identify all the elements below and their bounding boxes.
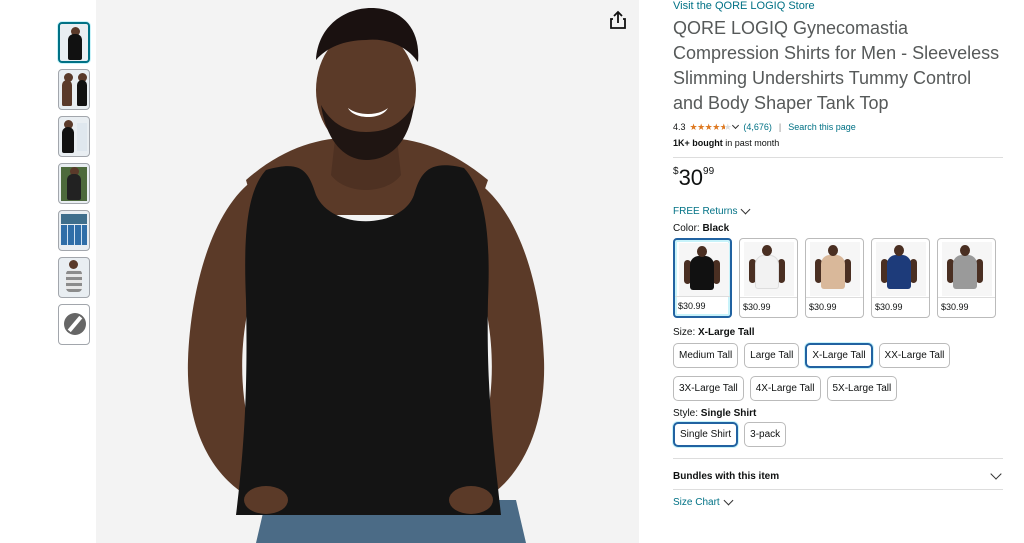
swatch-arm [976, 259, 983, 283]
store-link[interactable]: Visit the QORE LOGIQ Store [673, 0, 1005, 13]
size-option-3x-large-tall[interactable]: 3X-Large Tall [673, 376, 744, 401]
style-option-3-pack[interactable]: 3-pack [744, 422, 787, 447]
color-swatch-black[interactable]: $30.99 [673, 238, 732, 318]
rating-count-link[interactable]: (4,676) [743, 122, 772, 132]
color-swatch-beige[interactable]: $30.99 [805, 238, 864, 318]
thumbnail-text-panel [77, 123, 87, 151]
swatch-head [697, 246, 707, 257]
star-rating-icon[interactable]: ★★★★★★ [690, 122, 732, 133]
size-chart-link[interactable]: Size Chart [673, 495, 1005, 508]
style-option-single-shirt[interactable]: Single Shirt [673, 422, 739, 447]
swatch-price: $30.99 [938, 297, 995, 317]
swatch-arm [713, 260, 720, 284]
style-label-prefix: Style: [673, 408, 701, 419]
size-label-prefix: Size: [673, 327, 699, 338]
price: $ 30 99 [673, 165, 1005, 195]
size-option-4x-large-tall[interactable]: 4X-Large Tall [749, 376, 821, 401]
rating-row: 4.3 ★★★★★★ (4,676) | Search this page [673, 120, 1005, 134]
color-swatches: $30.99 $30.99 $30.99 $30.99 $30.99 [673, 238, 1005, 318]
thumbnail-1[interactable] [58, 22, 90, 63]
thumbnail-striped-shirt [66, 270, 82, 292]
bundles-label: Bundles with this item [673, 470, 780, 482]
size-label: Size: X-Large Tall [673, 327, 1005, 338]
size-option-5x-large-tall[interactable]: 5X-Large Tall [826, 376, 898, 401]
size-option-x-large-tall[interactable]: X-Large Tall [805, 343, 873, 368]
thumbnail-figure-body [62, 80, 72, 106]
model-illustration [187, 8, 545, 543]
color-swatch-gray[interactable]: $30.99 [937, 238, 996, 318]
style-selected: Single Shirt [700, 408, 757, 419]
main-product-image[interactable] [96, 0, 639, 543]
product-details: Visit the QORE LOGIQ Store QORE LOGIQ Gy… [673, 0, 1005, 508]
bought-count: 1K+ bought in past month [673, 138, 1005, 148]
divider [673, 489, 1003, 490]
swatch-arm [910, 259, 917, 283]
thumbnail-4[interactable] [58, 163, 90, 204]
thumbnail-header-band [61, 214, 87, 224]
color-label: Color: Black [673, 223, 1005, 234]
size-selected: X-Large Tall [698, 327, 755, 338]
color-swatch-navy[interactable]: $30.99 [871, 238, 930, 318]
swatch-price: $30.99 [872, 297, 929, 317]
swatch-price: $30.99 [740, 297, 797, 317]
chevron-down-icon [723, 495, 734, 506]
swatch-arm [778, 259, 785, 283]
thumbnail-2[interactable] [58, 69, 90, 110]
swatch-head [960, 245, 970, 256]
divider [673, 157, 1003, 158]
thumbnail-figure-body [62, 127, 74, 153]
thumbnail-5[interactable] [58, 210, 90, 251]
chevron-down-icon [741, 204, 751, 215]
size-option-medium-tall[interactable]: Medium Tall [673, 343, 739, 368]
swatch-shirt [690, 256, 714, 290]
color-swatch-white[interactable]: $30.99 [739, 238, 798, 318]
thumbnail-list [58, 22, 92, 351]
share-icon[interactable] [607, 9, 629, 31]
size-chart-label: Size Chart [673, 497, 720, 508]
thumbnail-figure-body [77, 80, 87, 106]
swatch-price: $30.99 [675, 296, 730, 316]
price-fraction: 99 [703, 166, 715, 177]
swatch-shirt [953, 255, 977, 289]
price-whole: 30 [678, 165, 704, 190]
chevron-down-icon[interactable] [732, 121, 740, 129]
swatch-shirt [755, 255, 779, 289]
chevron-down-icon [990, 468, 1002, 480]
free-returns-label: FREE Returns [673, 206, 738, 217]
size-option-xx-large-tall[interactable]: XX-Large Tall [878, 343, 951, 368]
swatch-shirt [821, 255, 845, 289]
thumbnail-7-video[interactable] [58, 304, 90, 345]
size-options: Medium Tall Large Tall X-Large Tall XX-L… [673, 343, 1003, 401]
search-page-link[interactable]: Search this page [788, 122, 856, 132]
size-option-large-tall[interactable]: Large Tall [744, 343, 800, 368]
swatch-head [762, 245, 772, 256]
thumbnail-figure-head [69, 260, 78, 269]
free-returns-link[interactable]: FREE Returns [673, 204, 1005, 217]
divider [673, 458, 1003, 459]
swatch-arm [844, 259, 851, 283]
thumbnail-video-icon [64, 313, 86, 335]
color-selected: Black [702, 223, 730, 234]
swatch-head [828, 245, 838, 256]
bought-count-strong: 1K+ bought [673, 138, 723, 148]
style-label: Style: Single Shirt [673, 408, 1005, 419]
bundles-accordion[interactable]: Bundles with this item [673, 463, 1005, 489]
thumbnail-figure-body [67, 174, 81, 200]
thumbnail-6[interactable] [58, 257, 90, 298]
separator: | [778, 122, 782, 132]
color-label-prefix: Color: [673, 223, 703, 234]
thumbnail-size-grid [61, 225, 87, 245]
thumbnail-figure-body [68, 34, 82, 60]
style-options: Single Shirt 3-pack [673, 422, 1003, 447]
share-icon-glyph [610, 10, 626, 29]
swatch-shirt [887, 255, 911, 289]
thumbnail-3[interactable] [58, 116, 90, 157]
product-title: QORE LOGIQ Gynecomastia Compression Shir… [673, 18, 1000, 113]
swatch-price: $30.99 [806, 297, 863, 317]
swatch-head [894, 245, 904, 256]
rating-value: 4.3 [673, 122, 686, 132]
bought-count-rest: in past month [722, 138, 780, 148]
